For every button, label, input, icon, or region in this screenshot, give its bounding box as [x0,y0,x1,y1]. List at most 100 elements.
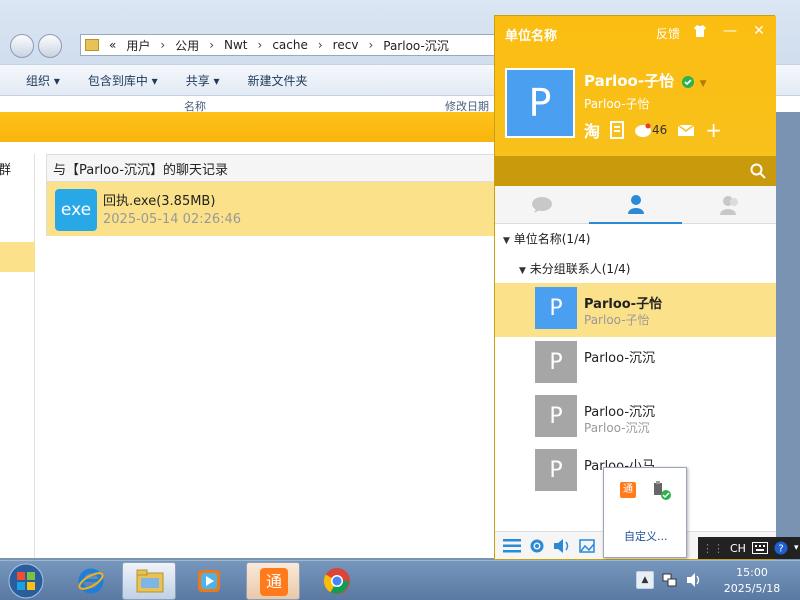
group-header[interactable]: ▼ 单位名称(1/4) [503,230,590,247]
piggy-icon [635,123,652,137]
forward-button[interactable] [38,34,62,58]
online-status-icon[interactable] [682,75,695,88]
ime-options-icon[interactable]: ▾ [794,543,799,553]
expand-arrow-icon: ▼ [503,236,510,246]
subgroup-header[interactable]: ▼ 未分组联系人(1/4) [519,260,630,277]
help-icon[interactable]: ? [774,541,788,555]
chat-bubble-icon [531,197,552,213]
contact-name: Parloo-沉沉 [584,351,656,366]
taskbar-ie[interactable] [64,562,118,600]
taskbar: 通 ▲ 15:00 2025/5/18 [0,560,800,600]
path-segment[interactable]: recv [333,38,359,52]
group-list: 群 [0,154,35,558]
include-library-menu[interactable]: 包含到库中 ▾ [88,72,158,89]
share-menu[interactable]: 共享 ▾ [186,72,220,89]
sound-icon[interactable] [553,538,571,554]
path-segment[interactable]: 公用 [175,37,199,54]
usb-device-icon[interactable] [650,481,672,501]
user-name-text: Parloo-子怡 [584,72,675,90]
tray-overflow-popup: 通 自定义... [603,467,687,558]
exe-file-icon: exe [55,189,97,231]
new-folder-button[interactable]: 新建文件夹 [248,72,308,89]
subgroup-header-label: 未分组联系人(1/4) [529,262,631,276]
contact-item[interactable]: P Parloo-沉沉 Parloo-沉沉 [495,391,776,445]
group-label: 群 [0,163,12,178]
keyboard-icon[interactable] [751,542,768,554]
ime-language[interactable]: CH [730,542,746,555]
status-dropdown-icon[interactable]: ▼ [700,79,707,89]
search-bar[interactable] [495,156,776,186]
address-bar[interactable]: « 用户 › 公用 › Nwt › cache › recv › Parloo-沉沉 [80,34,500,56]
media-player-icon [198,570,220,592]
mail-counter[interactable]: 46 [634,123,667,137]
user-name[interactable]: Parloo-子怡 ▼ [584,70,706,91]
notes-icon[interactable] [610,121,625,139]
path-segment[interactable]: 用户 [126,37,150,54]
chat-title-bar [0,112,500,142]
settings-icon[interactable] [529,538,545,554]
contact-item[interactable]: P Parloo-沉沉 [495,337,776,391]
clock-date: 2025/5/18 [723,582,781,595]
svg-text:?: ? [778,544,783,555]
volume-icon[interactable] [686,572,702,588]
customize-link[interactable]: 自定义... [624,528,668,544]
contact-person-icon [627,195,644,214]
picture-icon[interactable] [579,538,595,553]
panel-tabs [495,186,776,224]
messenger-tray-icon[interactable]: 通 [620,482,636,498]
contact-name: Parloo-沉沉 [584,405,656,420]
ime-bar: ⋮⋮ CH ? ▾ [698,537,800,559]
contact-name: Parloo-子怡 [584,297,663,312]
history-title: 与【Parloo-沉沉】的聊天记录 [46,154,500,182]
main-menu-icon[interactable] [503,538,521,553]
contact-item[interactable]: P Parloo-子怡 Parloo-子怡 [495,283,776,337]
taobao-icon[interactable]: 淘 [584,118,600,142]
folder-icon [85,39,99,51]
start-button[interactable] [6,562,46,600]
file-message[interactable]: exe 回执.exe(3.85MB) 2025-05-14 02:26:46 [46,182,500,236]
close-icon[interactable]: ✕ [750,22,768,40]
mail-icon[interactable] [677,123,695,137]
contact-avatar: P [535,287,577,329]
path-segment[interactable]: cache [272,38,308,52]
file-name[interactable]: 回执.exe(3.85MB) [103,190,215,209]
avatar[interactable]: P [505,68,575,138]
add-icon[interactable]: + [705,120,722,140]
system-clock[interactable]: 15:00 2025/5/18 [712,565,792,597]
quick-icons: 淘 46 + [584,119,722,141]
expand-arrow-icon: ▼ [519,266,526,276]
tab-groups[interactable] [683,186,776,224]
back-button[interactable] [10,34,34,58]
minimize-icon[interactable]: — [721,22,739,40]
contact-signature: Parloo-沉沉 [584,421,650,435]
path-segment[interactable]: Parloo-沉沉 [383,37,449,54]
tab-contacts[interactable] [589,186,682,224]
internet-explorer-icon [78,568,104,594]
group-list-selected[interactable] [0,242,35,272]
taskbar-media-player[interactable] [182,562,236,600]
contact-avatar: P [535,449,577,491]
organize-menu[interactable]: 组织 ▾ [26,72,60,89]
feedback-link[interactable]: 反馈 [656,25,680,42]
tab-messages[interactable] [495,186,588,224]
clock-time: 15:00 [736,566,768,579]
user-signature[interactable]: Parloo-子怡 [584,95,650,112]
show-hidden-icons-button[interactable]: ▲ [636,571,654,589]
path-overflow[interactable]: « [109,38,116,52]
chat-history-window: 群 与【Parloo-沉沉】的聊天记录 exe 回执.exe(3.85MB) 2… [0,112,500,558]
path-segment[interactable]: Nwt [224,38,248,52]
ime-grip-icon[interactable]: ⋮⋮ [702,542,724,555]
taskbar-messenger[interactable]: 通 [246,562,300,600]
contact-avatar: P [535,395,577,437]
network-icon[interactable] [662,572,678,588]
panel-header: 单位名称 反馈 — ✕ P Parloo-子怡 ▼ Parloo-子怡 淘 46… [495,16,776,156]
contact-signature: Parloo-子怡 [584,313,650,327]
taskbar-chrome[interactable] [310,562,364,600]
taskbar-explorer[interactable] [122,562,176,600]
group-header-label: 单位名称(1/4) [513,232,591,246]
skin-icon[interactable] [691,22,709,40]
search-icon[interactable] [750,163,766,179]
mail-count: 46 [652,123,668,137]
group-people-icon [719,196,738,215]
contact-avatar: P [535,341,577,383]
